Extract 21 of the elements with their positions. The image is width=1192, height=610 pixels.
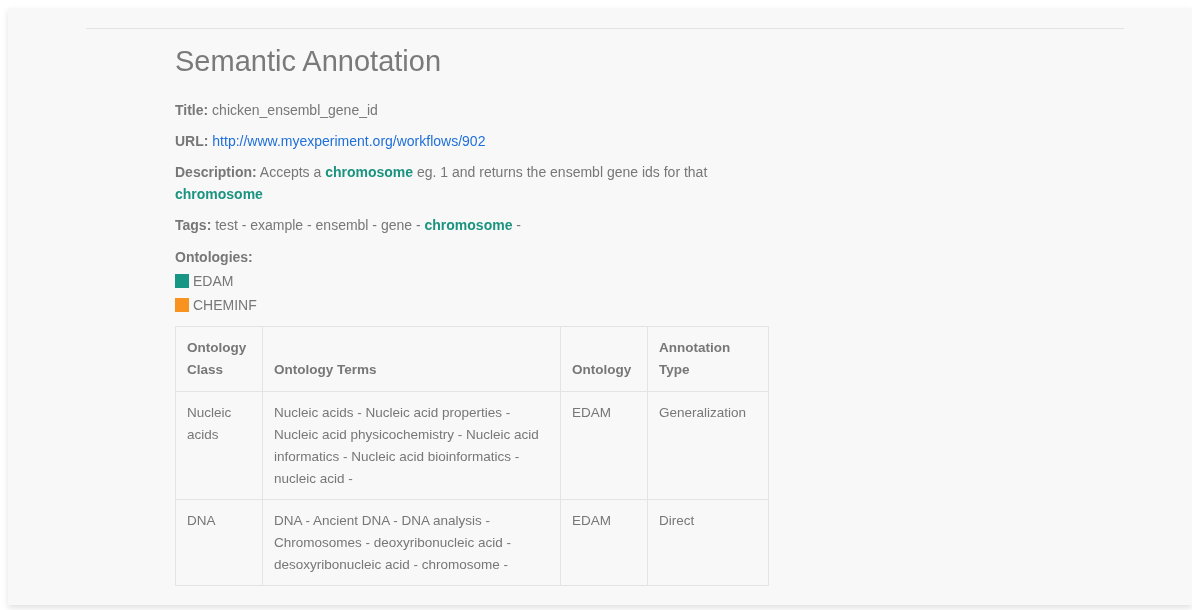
table-cell: EDAM bbox=[560, 499, 648, 586]
table-cell: Nucleic acids - Nucleic acid properties - Nucleic acid physicochemistry - Nucleic acid informatics - Nucleic acid bioinformatics - nucleic acid - bbox=[262, 391, 561, 500]
column-header: Annotation Type bbox=[647, 326, 769, 392]
field-label: URL: bbox=[175, 132, 209, 149]
table-cell: EDAM bbox=[560, 391, 648, 500]
column-header: Ontology Terms bbox=[262, 326, 561, 392]
table-cell: DNA bbox=[175, 499, 263, 586]
field-text: Title: chicken_ensembl_gene_id bbox=[175, 100, 379, 120]
table-cell: Direct bbox=[647, 499, 769, 586]
url-link[interactable]: http://www.myexperiment.org/workflows/902 bbox=[212, 132, 486, 149]
column-header: Ontology bbox=[560, 326, 648, 392]
ontology-name: CHEMINF bbox=[193, 295, 257, 315]
table-cell: DNA - Ancient DNA - DNA analysis - Chromosomes - deoxyribonucleic acid - desoxyribonucleic acid - chromosome - bbox=[262, 499, 561, 586]
field-text: Description: Accepts a chromosome eg. 1 and returns the ensembl gene ids for that chromosome bbox=[175, 162, 709, 204]
field-text: Tags: test - example - ensembl - gene - chromosome - bbox=[175, 215, 522, 235]
ontologies-label: Ontologies: bbox=[175, 247, 254, 267]
column-header: Ontology Class bbox=[175, 326, 263, 392]
page-heading: Semantic Annotation bbox=[175, 44, 442, 79]
table-cell: Generalization bbox=[647, 391, 769, 500]
table-cell: Nucleic acids bbox=[175, 391, 263, 500]
ontology-name: EDAM bbox=[193, 271, 234, 291]
